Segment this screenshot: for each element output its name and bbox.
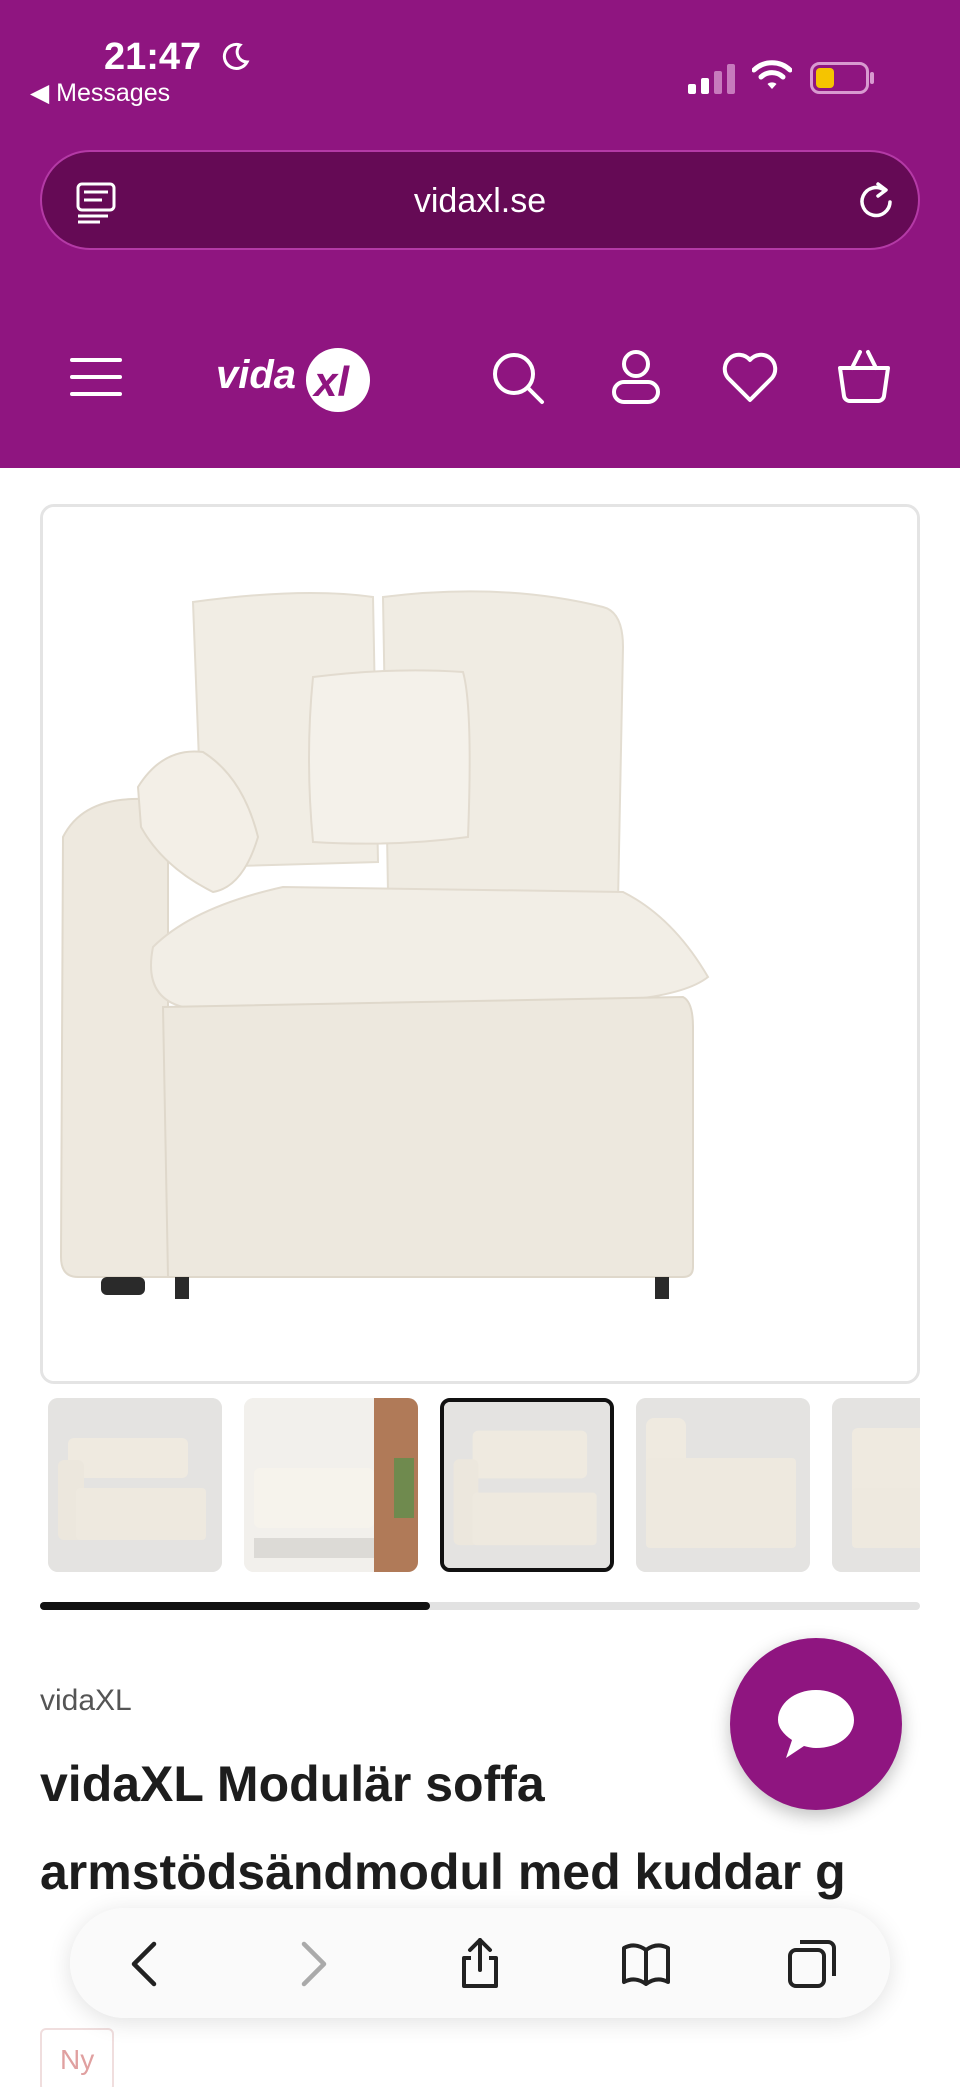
thumbnail-5[interactable] — [832, 1398, 920, 1572]
back-to-messages[interactable]: ◀ Messages — [30, 78, 170, 108]
thumbnail-2[interactable] — [244, 1398, 418, 1572]
reload-icon[interactable] — [854, 180, 898, 224]
search-icon[interactable] — [490, 350, 546, 406]
browser-toolbar — [70, 1908, 890, 2018]
moon-icon — [222, 42, 250, 70]
product-brand[interactable]: vidaXL — [40, 1684, 132, 1718]
address-bar[interactable]: vidaxl.se — [40, 150, 920, 250]
battery-icon — [810, 62, 874, 94]
thumbnail-4[interactable] — [636, 1398, 810, 1572]
svg-text:vida: vida — [216, 353, 296, 397]
chat-icon — [778, 1690, 854, 1758]
chat-button[interactable] — [730, 1638, 902, 1810]
heart-icon[interactable] — [722, 350, 778, 404]
sofa-image — [43, 507, 917, 1381]
thumbnail-1[interactable] — [48, 1398, 222, 1572]
thumb-image — [832, 1398, 920, 1572]
account-icon[interactable] — [608, 348, 664, 406]
thumb-image — [636, 1398, 810, 1572]
gallery-scroll-thumb[interactable] — [40, 1602, 430, 1610]
product-main-image[interactable] — [40, 504, 920, 1384]
site-header: 21:47 ◀ Messages vidaxl.se vida xl — [0, 0, 960, 468]
thumb-image — [48, 1398, 222, 1572]
basket-icon[interactable] — [834, 348, 894, 404]
wifi-icon — [752, 60, 792, 89]
thumb-image — [444, 1402, 610, 1568]
cellular-signal-icon — [688, 64, 735, 94]
tabs-icon[interactable] — [786, 1938, 838, 1990]
url-text[interactable]: vidaxl.se — [42, 182, 918, 221]
book-icon[interactable] — [620, 1938, 672, 1990]
new-badge: Ny — [40, 2028, 115, 2087]
menu-icon[interactable] — [70, 352, 122, 402]
chevron-right-icon[interactable] — [286, 1938, 338, 1990]
thumb-image — [244, 1398, 418, 1572]
share-icon[interactable] — [454, 1938, 506, 1990]
thumbnail-3[interactable] — [440, 1398, 614, 1572]
status-time: 21:47 — [104, 36, 202, 78]
chevron-left-icon[interactable] — [120, 1938, 172, 1990]
vidaxl-logo[interactable]: vida xl — [216, 338, 376, 418]
svg-text:xl: xl — [312, 358, 350, 405]
thumbnail-strip[interactable] — [40, 1394, 920, 1574]
